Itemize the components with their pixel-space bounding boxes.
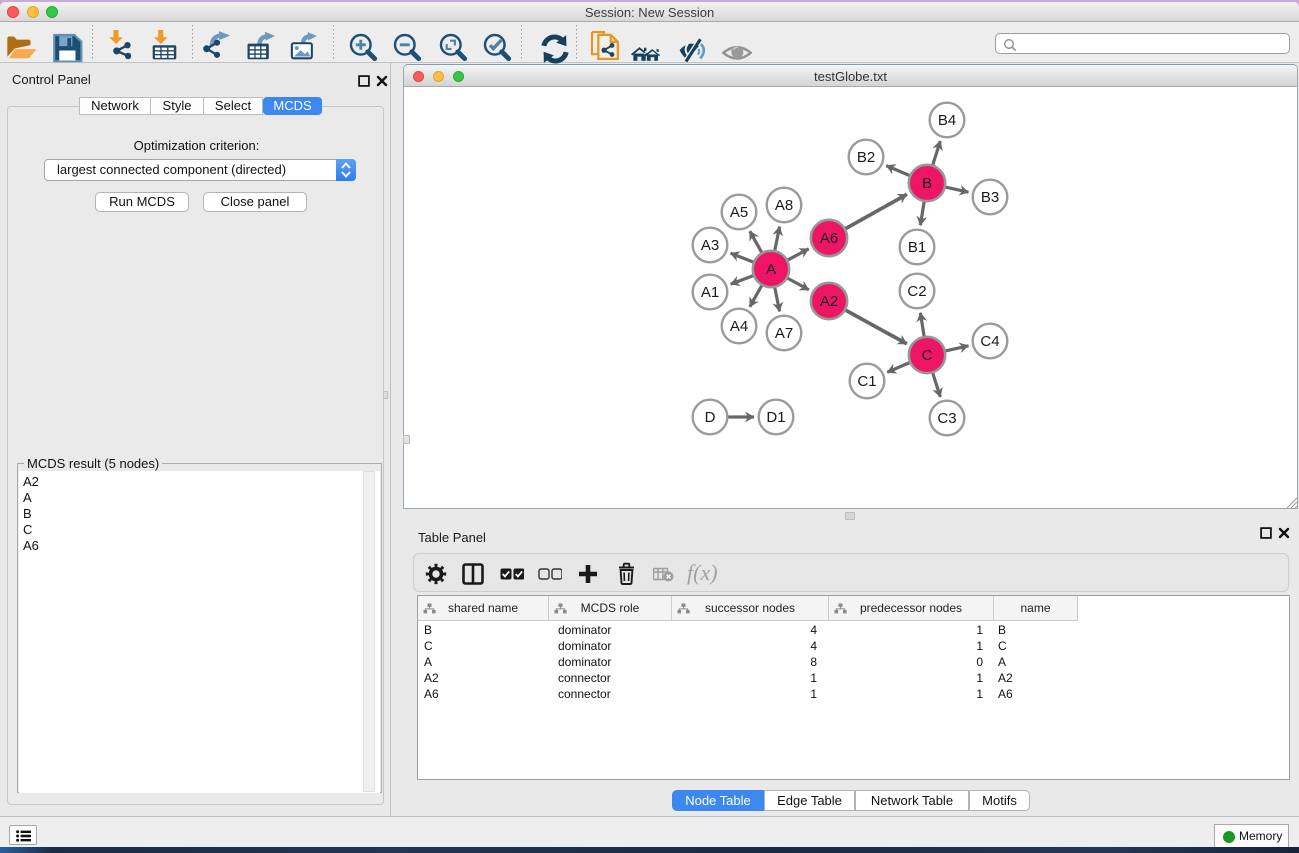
svg-text:A2: A2 <box>820 293 838 310</box>
svg-text:A6: A6 <box>820 230 838 247</box>
svg-text:D1: D1 <box>766 409 785 426</box>
svg-text:B4: B4 <box>938 112 956 129</box>
svg-text:C3: C3 <box>937 410 956 427</box>
svg-text:A4: A4 <box>730 318 748 335</box>
svg-text:A3: A3 <box>701 237 719 254</box>
svg-text:A5: A5 <box>730 204 748 221</box>
svg-text:A7: A7 <box>775 325 793 342</box>
svg-text:C2: C2 <box>907 283 926 300</box>
svg-text:B: B <box>922 175 932 192</box>
svg-text:C: C <box>922 347 933 364</box>
svg-text:B1: B1 <box>908 239 926 256</box>
svg-text:A: A <box>766 261 776 278</box>
svg-text:A8: A8 <box>775 197 793 214</box>
svg-text:B2: B2 <box>857 149 875 166</box>
svg-text:C4: C4 <box>980 333 999 350</box>
svg-text:D: D <box>705 409 716 426</box>
svg-text:A1: A1 <box>701 284 719 301</box>
svg-text:B3: B3 <box>981 189 999 206</box>
svg-text:C1: C1 <box>857 373 876 390</box>
